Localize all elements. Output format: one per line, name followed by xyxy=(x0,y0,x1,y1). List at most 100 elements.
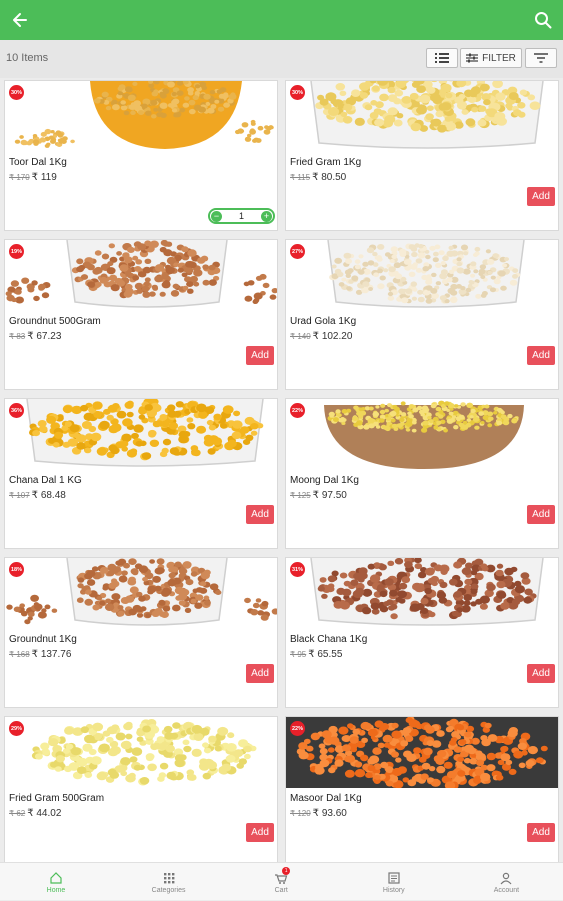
product-image xyxy=(310,81,544,149)
sale-price: ₹ 119 xyxy=(31,172,57,183)
nav-account[interactable]: Account xyxy=(450,863,562,901)
nav-history[interactable]: History xyxy=(338,863,450,901)
mrp-price: ₹ 140 xyxy=(290,332,311,341)
product-name[interactable]: Masoor Dal 1Kg xyxy=(290,793,362,804)
sale-price: ₹ 137.76 xyxy=(31,649,72,660)
add-to-cart-button[interactable]: Add xyxy=(246,346,274,365)
sale-price: ₹ 44.02 xyxy=(27,808,62,819)
product-name[interactable]: Fried Gram 1Kg xyxy=(290,157,361,168)
product-name[interactable]: Groundnut 500Gram xyxy=(9,316,101,327)
nav-label: Account xyxy=(493,886,520,894)
back-arrow-icon[interactable] xyxy=(10,10,30,30)
mrp-price: ₹ 120 xyxy=(290,809,311,818)
product-image-container[interactable] xyxy=(286,240,558,311)
discount-badge: 31% xyxy=(290,562,305,577)
nav-home[interactable]: Home xyxy=(0,863,112,901)
product-image-container[interactable] xyxy=(286,558,558,629)
product-image-container[interactable] xyxy=(286,399,558,470)
product-card[interactable]: 31% Black Chana 1Kg ₹ 95 ₹ 65.55 Add xyxy=(285,557,559,708)
product-card[interactable]: 22% Masoor Dal 1Kg ₹ 120 ₹ 93.60 Add xyxy=(285,716,559,862)
product-card[interactable]: 27% Urad Gola 1Kg ₹ 140 ₹ 102.20 Add xyxy=(285,239,559,390)
mrp-price: ₹ 125 xyxy=(290,491,311,500)
product-name[interactable]: Chana Dal 1 KG xyxy=(9,475,82,486)
search-icon[interactable] xyxy=(533,10,553,30)
product-prices: ₹ 140 ₹ 102.20 xyxy=(290,331,352,342)
mrp-price: ₹ 170 xyxy=(9,173,30,182)
product-image-container[interactable] xyxy=(5,81,277,152)
product-image xyxy=(31,719,257,786)
discount-badge: 18% xyxy=(9,562,24,577)
history-icon xyxy=(388,871,400,884)
quantity-stepper[interactable]: −1 + xyxy=(208,208,275,224)
product-image xyxy=(324,400,524,469)
product-card[interactable]: 30% Fried Gram 1Kg ₹ 115 ₹ 80.50 Add xyxy=(285,80,559,231)
product-name[interactable]: Moong Dal 1Kg xyxy=(290,475,359,486)
filter-button[interactable]: FILTER xyxy=(460,48,522,68)
mrp-price: ₹ 83 xyxy=(9,332,26,341)
account-icon xyxy=(500,872,512,884)
add-to-cart-button[interactable]: Add xyxy=(527,664,555,683)
nav-label: Categories xyxy=(151,886,186,894)
sale-price: ₹ 67.23 xyxy=(27,331,62,342)
product-card[interactable]: 30% Toor Dal 1Kg ₹ 170 ₹ 119 −1 + xyxy=(4,80,278,231)
add-to-cart-button[interactable]: Add xyxy=(527,505,555,524)
product-image xyxy=(26,399,264,467)
product-prices: ₹ 170 ₹ 119 xyxy=(9,172,57,183)
product-prices: ₹ 95 ₹ 65.55 xyxy=(290,649,342,660)
nav-label: Home xyxy=(46,886,66,894)
add-to-cart-button[interactable]: Add xyxy=(527,823,555,842)
product-card[interactable]: 19% Groundnut 500Gram ₹ 83 ₹ 67.23 Add xyxy=(4,239,278,390)
add-to-cart-button[interactable]: Add xyxy=(527,187,555,206)
add-to-cart-button[interactable]: Add xyxy=(246,505,274,524)
product-image-container[interactable] xyxy=(5,558,277,629)
nav-label: History xyxy=(382,886,405,894)
add-to-cart-button[interactable]: Add xyxy=(527,346,555,365)
discount-badge: 30% xyxy=(9,85,24,100)
sort-button[interactable] xyxy=(525,48,557,68)
product-prices: ₹ 120 ₹ 93.60 xyxy=(290,808,347,819)
product-name[interactable]: Black Chana 1Kg xyxy=(290,634,367,645)
product-image-container[interactable] xyxy=(5,399,277,470)
product-image xyxy=(6,558,277,626)
product-name[interactable]: Groundnut 1Kg xyxy=(9,634,77,645)
product-card[interactable]: 18% Groundnut 1Kg ₹ 168 ₹ 137.76 Add xyxy=(4,557,278,708)
discount-badge: 19% xyxy=(9,244,24,259)
product-grid: 30% Toor Dal 1Kg ₹ 170 ₹ 119 −1 + 30% Fried Gra… xyxy=(0,80,563,862)
nav-cart[interactable]: 1 Cart xyxy=(225,863,337,901)
product-name[interactable]: Urad Gola 1Kg xyxy=(290,316,356,327)
product-card[interactable]: 36% Chana Dal 1 KG ₹ 107 ₹ 68.48 Add xyxy=(4,398,278,549)
add-to-cart-button[interactable]: Add xyxy=(246,664,274,683)
product-image-container[interactable] xyxy=(5,717,277,788)
discount-badge: 27% xyxy=(290,244,305,259)
sale-price: ₹ 102.20 xyxy=(312,331,353,342)
product-prices: ₹ 83 ₹ 67.23 xyxy=(9,331,61,342)
product-prices: ₹ 168 ₹ 137.76 xyxy=(9,649,71,660)
product-image xyxy=(5,240,277,308)
product-image-container[interactable] xyxy=(5,240,277,311)
product-image xyxy=(310,558,544,626)
product-card[interactable]: 22% Moong Dal 1Kg ₹ 125 ₹ 97.50 Add xyxy=(285,398,559,549)
filter-label: FILTER xyxy=(482,52,516,64)
nav-categories[interactable]: Categories xyxy=(113,863,225,901)
product-image-container[interactable] xyxy=(286,717,558,788)
list-view-icon xyxy=(435,53,449,63)
increment-button[interactable]: + xyxy=(261,211,272,222)
product-card[interactable]: 29% Fried Gram 500Gram ₹ 62 ₹ 44.02 Add xyxy=(4,716,278,862)
discount-badge: 22% xyxy=(290,403,305,418)
item-count: 10 Items xyxy=(6,52,49,64)
discount-badge: 29% xyxy=(9,721,24,736)
add-to-cart-button[interactable]: Add xyxy=(246,823,274,842)
product-prices: ₹ 62 ₹ 44.02 xyxy=(9,808,61,819)
product-name[interactable]: Toor Dal 1Kg xyxy=(9,157,67,168)
product-image-container[interactable] xyxy=(286,81,558,152)
product-name[interactable]: Fried Gram 500Gram xyxy=(9,793,104,804)
bottom-navigation: Home Categories 1 Cart History Account xyxy=(0,862,563,900)
categories-icon xyxy=(163,872,174,883)
list-view-button[interactable] xyxy=(426,48,458,68)
list-toolbar: 10 Items FILTER xyxy=(0,40,563,78)
sale-price: ₹ 65.55 xyxy=(308,649,343,660)
nav-label: Cart xyxy=(274,886,288,894)
discount-badge: 22% xyxy=(290,721,305,736)
mrp-price: ₹ 107 xyxy=(9,491,30,500)
product-prices: ₹ 125 ₹ 97.50 xyxy=(290,490,347,501)
